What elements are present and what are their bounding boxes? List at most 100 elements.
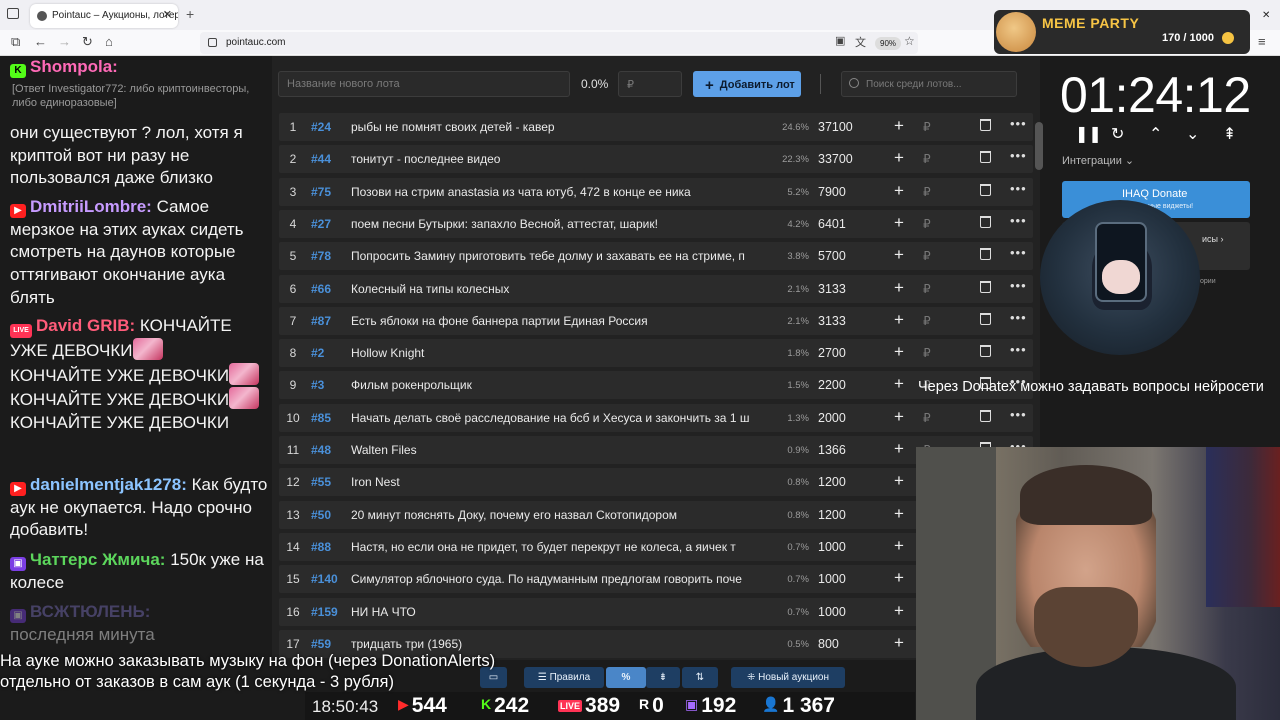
close-window-icon[interactable]: ✕ [1262, 10, 1270, 21]
lot-row[interactable]: 2 #44 тонитут - последнее видео 22.3% 33700 +… [279, 145, 1033, 174]
trash-icon[interactable] [980, 215, 991, 228]
emote-icon [229, 387, 260, 410]
lot-name: Начать делать своё расследование на бсб … [351, 410, 750, 425]
search-input[interactable]: Поиск среди лотов... [841, 71, 1017, 97]
lot-percent: 0.7% [787, 541, 809, 553]
lot-id: #85 [311, 410, 332, 425]
lot-percent: 24.6% [782, 122, 809, 133]
ruble-icon[interactable]: ₽ [923, 185, 931, 199]
new-auction-button[interactable]: ⁜ Новый аукцион [731, 667, 845, 688]
add-amount-icon[interactable]: + [894, 116, 904, 136]
trash-icon[interactable] [980, 151, 991, 164]
ruble-icon[interactable]: ₽ [923, 217, 931, 231]
more-icon[interactable]: ••• [1010, 148, 1027, 163]
lot-row[interactable]: 6 #66 Колесный на типы колесных 2.1% 3133 + ₽ •… [279, 274, 1033, 303]
zoom-level[interactable]: 90% [875, 37, 902, 50]
ruble-icon[interactable]: ₽ [923, 346, 931, 360]
trash-icon[interactable] [980, 280, 991, 293]
lot-row[interactable]: 10 #85 Начать делать своё расследование на… [279, 403, 1033, 432]
ruble-icon[interactable]: ₽ [923, 152, 931, 166]
lot-row[interactable]: 4 #27 поем песни Бутырки: запахло Весной, … [279, 209, 1033, 238]
add-amount-icon[interactable]: + [894, 568, 904, 588]
lot-row[interactable]: 5 #78 Попросить Замину приготовить тебе до… [279, 242, 1033, 271]
ruble-icon[interactable]: ₽ [923, 249, 931, 263]
lot-row[interactable]: 1 #24 рыбы не помнят своих детей - кавер 24… [279, 113, 1033, 141]
rules-button[interactable]: ☰ Правила [524, 667, 604, 688]
browser-tab[interactable]: Pointauc – Аукционы, лотереи ✕ [30, 4, 178, 28]
add-amount-icon[interactable]: + [894, 245, 904, 265]
add-amount-icon[interactable]: + [894, 374, 904, 394]
info-line: отдельно от заказов в сам аук (1 секунда… [0, 673, 394, 691]
trash-icon[interactable] [980, 409, 991, 422]
sort-icon[interactable]: ⇅ [682, 667, 718, 688]
add-amount-icon[interactable]: + [894, 148, 904, 168]
add-amount-icon[interactable]: + [894, 471, 904, 491]
ruble-icon[interactable]: ₽ [923, 314, 931, 328]
tab-list-icon[interactable] [7, 8, 19, 19]
add-amount-icon[interactable]: + [894, 181, 904, 201]
add-amount-icon[interactable]: + [894, 601, 904, 621]
split-icon[interactable]: ⇟ [646, 667, 680, 688]
coin-icon [1222, 32, 1234, 44]
chevron-up-icon[interactable]: ⌃ [1149, 124, 1162, 144]
forward-icon[interactable]: → [58, 34, 71, 49]
chat-message: K Shompola: [10, 56, 272, 79]
search-icon [849, 78, 859, 88]
restart-icon[interactable]: ↻ [1111, 124, 1124, 144]
more-icon[interactable]: ••• [1010, 278, 1027, 293]
ruble-icon[interactable]: ₽ [923, 411, 931, 425]
integrations-dropdown[interactable]: Интеграции ⌄ [1062, 154, 1134, 167]
more-icon[interactable]: ••• [1010, 407, 1027, 422]
double-chevron-up-icon[interactable]: ⇞ [1223, 124, 1236, 144]
more-icon[interactable]: ••• [1010, 342, 1027, 357]
more-icon[interactable]: ••• [1010, 213, 1027, 228]
trash-icon[interactable] [980, 312, 991, 325]
more-icon[interactable]: ••• [1010, 310, 1027, 325]
add-amount-icon[interactable]: + [894, 633, 904, 653]
bookmark-star-icon[interactable]: ☆ [904, 34, 915, 48]
trash-icon[interactable] [980, 248, 991, 261]
url-bar[interactable]: pointauc.com [200, 32, 918, 54]
more-icon[interactable]: ••• [1010, 245, 1027, 260]
close-tab-icon[interactable]: ✕ [163, 8, 172, 21]
lot-row[interactable]: 3 #75 Позови на стрим anastasia из чата ют… [279, 177, 1033, 206]
favicon-icon [37, 11, 47, 21]
trash-icon[interactable] [980, 345, 991, 358]
new-lot-input[interactable]: Название нового лота [278, 71, 570, 97]
lot-name: Iron Nest [351, 475, 400, 490]
add-amount-icon[interactable]: + [894, 407, 904, 427]
ruble-icon[interactable]: ₽ [923, 120, 931, 134]
add-amount-icon[interactable]: + [894, 278, 904, 298]
lot-id: #88 [311, 539, 332, 554]
add-amount-icon[interactable]: + [894, 536, 904, 556]
add-amount-icon[interactable]: + [894, 213, 904, 233]
back-icon[interactable]: ← [34, 34, 47, 49]
lot-row[interactable]: 8 #2 Hollow Knight 1.8% 2700 + ₽ ••• [279, 339, 1033, 368]
pause-icon[interactable]: ❚❚ [1075, 124, 1102, 144]
add-amount-icon[interactable]: + [894, 439, 904, 459]
home-icon[interactable]: ⌂ [105, 34, 113, 49]
percent-toggle[interactable]: % [606, 667, 646, 688]
trash-icon[interactable] [980, 119, 991, 131]
new-tab-icon[interactable]: + [186, 6, 194, 22]
add-amount-icon[interactable]: + [894, 342, 904, 362]
translate-icon[interactable]: 文 [855, 34, 866, 50]
site-info-icon[interactable] [208, 38, 217, 47]
amount-input[interactable]: ₽ [618, 71, 682, 97]
add-amount-icon[interactable]: + [894, 310, 904, 330]
reload-icon[interactable]: ↻ [82, 34, 93, 50]
rules-label: Правила [549, 672, 591, 683]
more-icon[interactable]: ••• [1010, 116, 1027, 131]
reader-view-icon[interactable]: ▣ [835, 34, 845, 47]
sidebar-toggle-icon[interactable]: ⧉ [11, 34, 20, 50]
scrollbar[interactable] [1035, 122, 1043, 170]
trash-icon[interactable] [980, 183, 991, 196]
chevron-down-icon[interactable]: ⌄ [1186, 124, 1199, 144]
lot-row[interactable]: 7 #87 Есть яблоки на фоне баннера партии Е… [279, 306, 1033, 335]
ruble-icon[interactable]: ₽ [923, 282, 931, 296]
more-icon[interactable]: ••• [1010, 181, 1027, 196]
add-lot-button[interactable]: + Добавить лот [693, 71, 801, 97]
meme-party-title: MEME PARTY [1042, 15, 1140, 31]
add-amount-icon[interactable]: + [894, 504, 904, 524]
menu-icon[interactable]: ≡ [1258, 34, 1266, 49]
